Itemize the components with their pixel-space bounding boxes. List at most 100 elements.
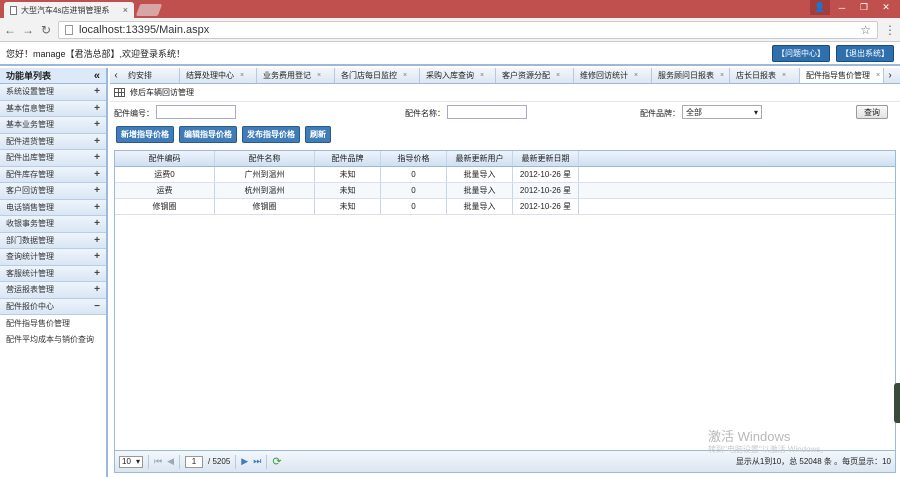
tab-label: 结算处理中心: [186, 71, 234, 80]
close-icon[interactable]: ×: [240, 72, 244, 79]
close-icon[interactable]: ×: [556, 72, 560, 79]
column-header[interactable]: 最新更新日期: [513, 151, 579, 166]
close-tab-icon[interactable]: ×: [123, 5, 128, 15]
address-bar: ← → ↻ localhost:13395/Main.aspx ☆ ⋮: [0, 18, 900, 42]
column-header[interactable]: 配件名称: [215, 151, 315, 166]
sidebar-subitem-avg-cost[interactable]: 配件平均成本与销价查询: [0, 331, 106, 347]
close-icon[interactable]: ×: [782, 72, 786, 79]
sidebar-subitem-guide-price[interactable]: 配件指导售价管理: [0, 315, 106, 331]
collapse-sidebar-icon[interactable]: «: [94, 70, 100, 82]
tab-settlement[interactable]: 结算处理中心 ×: [180, 68, 257, 83]
tab-purchase-query[interactable]: 采购入库查询 ×: [420, 68, 496, 83]
search-form: 配件编号： 配件名称： 配件品牌： 全部 ▾ 查询: [110, 102, 900, 124]
close-icon[interactable]: ×: [403, 72, 407, 79]
sidebar-item-basic-business[interactable]: 基本业务管理 +: [0, 117, 106, 134]
sidebar-item-parts-outbound[interactable]: 配件出库管理 +: [0, 150, 106, 167]
scroll-tabs-left-icon[interactable]: ‹: [110, 68, 122, 83]
maximize-icon[interactable]: ❐: [854, 0, 874, 15]
close-icon[interactable]: ×: [634, 72, 638, 79]
new-guide-price-button[interactable]: 新增指导价格: [116, 125, 174, 143]
close-icon[interactable]: ×: [876, 72, 880, 79]
browser-menu-icon[interactable]: ⋮: [884, 23, 896, 37]
help-center-button[interactable]: 【问题中心】: [772, 44, 830, 62]
browser-tab[interactable]: 大型汽车4s店进销管理系 ×: [4, 2, 134, 18]
column-header[interactable]: 配件品牌: [315, 151, 381, 166]
scroll-tabs-right-icon[interactable]: ›: [884, 68, 896, 83]
action-toolbar: 新增指导价格 编辑指导价格 发布指导价格 刷新: [110, 124, 900, 144]
table-cell: 批量导入: [447, 183, 513, 198]
column-header[interactable]: 指导价格: [381, 151, 447, 166]
tab-manager-daily[interactable]: 店长日报表 ×: [730, 68, 800, 83]
last-page-icon[interactable]: ⏭: [253, 456, 261, 467]
page-info-icon[interactable]: [65, 24, 73, 35]
query-button[interactable]: 查询: [856, 105, 888, 119]
expand-icon: +: [94, 218, 100, 230]
refresh-button[interactable]: 刷新: [305, 125, 331, 143]
sidebar-item-service-stats[interactable]: 客服统计管理 +: [0, 265, 106, 282]
forward-icon[interactable]: →: [22, 23, 34, 37]
part-name-input[interactable]: [447, 105, 527, 119]
grid-body: 运费0 广州到温州 未知 0 批量导入 2012-10-26 星 运费 杭州到温…: [115, 167, 895, 215]
next-page-icon[interactable]: ▶: [241, 456, 248, 467]
close-window-icon[interactable]: ✕: [876, 0, 896, 15]
url-input[interactable]: localhost:13395/Main.aspx ☆: [58, 20, 878, 39]
close-icon[interactable]: ×: [480, 72, 484, 79]
sidebar-item-basic-info[interactable]: 基本信息管理 +: [0, 100, 106, 117]
part-no-input[interactable]: [156, 105, 236, 119]
column-header[interactable]: 最新更新用户: [447, 151, 513, 166]
sidebar-item-cashier[interactable]: 收银事务管理 +: [0, 216, 106, 233]
reload-icon[interactable]: ↻: [40, 23, 52, 37]
refresh-icon[interactable]: ⟳: [272, 455, 281, 468]
first-page-icon[interactable]: ⏮: [154, 456, 162, 467]
sidebar-item-query-stats[interactable]: 查询统计管理 +: [0, 249, 106, 266]
tab-store-monitor[interactable]: 各门店每日监控 ×: [335, 68, 420, 83]
table-row[interactable]: 运费0 广州到温州 未知 0 批量导入 2012-10-26 星: [115, 167, 895, 183]
expand-icon: +: [94, 267, 100, 279]
tab-guide-price[interactable]: 配件指导售价管理 ×: [800, 68, 884, 83]
sidebar-item-parts-inventory[interactable]: 配件库存管理 +: [0, 166, 106, 183]
tab-label: 配件指导售价管理: [806, 71, 870, 80]
expand-icon: +: [94, 185, 100, 197]
publish-guide-price-button[interactable]: 发布指导价格: [242, 125, 300, 143]
table-row[interactable]: 修钢圈 修钢圈 未知 0 批量导入 2012-10-26 星: [115, 199, 895, 215]
table-cell: 运费0: [115, 167, 215, 182]
table-row[interactable]: 运费 杭州到温州 未知 0 批量导入 2012-10-26 星: [115, 183, 895, 199]
prev-page-icon[interactable]: ◀: [167, 456, 174, 467]
new-tab-button[interactable]: [135, 4, 163, 16]
content-tabbar: ‹ 约安排 结算处理中心 × 业务费用登记 × 各门店每日监控 × 采购入库查询 × 客…: [110, 68, 900, 84]
tab-label: 服务顾问日报表: [658, 71, 714, 80]
tab-repair-visit-stats[interactable]: 维修回访统计 ×: [574, 68, 652, 83]
bookmark-star-icon[interactable]: ☆: [860, 23, 871, 37]
close-icon[interactable]: ×: [317, 72, 321, 79]
sidebar-item-label: 收银事务管理: [6, 219, 54, 229]
sidebar-item-system[interactable]: 系统设置管理 +: [0, 84, 106, 101]
tab-expense[interactable]: 业务费用登记 ×: [257, 68, 335, 83]
close-icon[interactable]: ×: [720, 72, 724, 79]
logout-button[interactable]: 【退出系统】: [836, 44, 894, 62]
divider: [266, 454, 268, 469]
tab-customer-allocation[interactable]: 客户资源分配 ×: [496, 68, 574, 83]
sidebar-item-customer-visit[interactable]: 客户回访管理 +: [0, 183, 106, 200]
minimize-icon[interactable]: ─: [832, 0, 852, 15]
back-icon[interactable]: ←: [4, 23, 16, 37]
browser-tabstrip: 大型汽车4s店进销管理系 × 👤 ─ ❐ ✕: [0, 0, 900, 18]
tab-label: 各门店每日监控: [341, 71, 397, 80]
sidebar-item-operations-report[interactable]: 营运报表管理 +: [0, 282, 106, 299]
page-size-select[interactable]: 10 ▾: [119, 455, 143, 468]
page-number-input[interactable]: 1: [185, 455, 204, 468]
edit-guide-price-button[interactable]: 编辑指导价格: [179, 125, 237, 143]
column-header[interactable]: 配件编码: [115, 151, 215, 166]
tab-label: 约安排: [128, 71, 152, 80]
tab-label: 客户资源分配: [502, 71, 550, 80]
tab-advisor-daily[interactable]: 服务顾问日报表 ×: [652, 68, 730, 83]
sidebar-item-parts-purchase[interactable]: 配件进货管理 +: [0, 133, 106, 150]
sidebar-item-parts-pricing[interactable]: 配件报价中心 −: [0, 298, 106, 315]
divider: [148, 454, 149, 469]
user-icon[interactable]: 👤: [810, 0, 830, 15]
sidebar-item-phone-sales[interactable]: 电话销售管理 +: [0, 199, 106, 216]
tab-appointment[interactable]: 约安排: [122, 68, 180, 83]
sidebar-item-department-data[interactable]: 部门数据管理 +: [0, 232, 106, 249]
side-drag-handle[interactable]: [894, 383, 900, 423]
brand-select[interactable]: 全部 ▾: [682, 105, 762, 119]
total-pages: / 5205: [208, 457, 231, 466]
